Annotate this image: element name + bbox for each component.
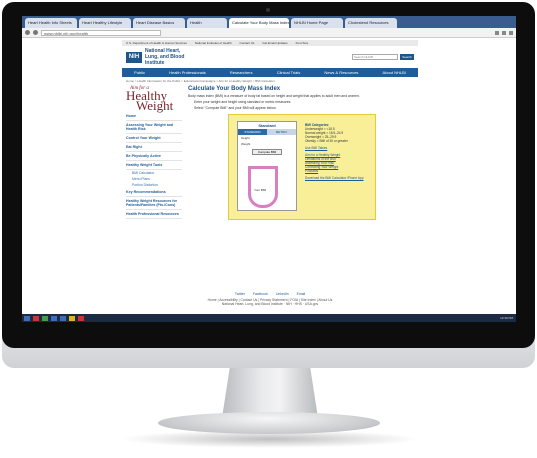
twitter-link[interactable]: Twitter (235, 292, 245, 296)
weight-label: Weight (241, 142, 251, 146)
compute-bmi-button[interactable]: Compute BMI (252, 149, 282, 155)
monitor-stand-base (158, 412, 380, 434)
sidebar: Aim for a Healthy Weight Home Assessing … (126, 86, 182, 220)
sidebar-item[interactable]: Health Professional Resources (126, 210, 182, 219)
bmi-calculator-panel: Standard STANDARD METRIC Height Weight C… (228, 114, 376, 220)
browser-tab[interactable]: Cholesterol Resources (345, 18, 397, 28)
sidebar-item[interactable]: Healthy Weight Tools (126, 161, 182, 170)
browser-tab-active[interactable]: Calculate Your Body Mass Index (229, 18, 289, 28)
instruction-bullet: Enter your weight and height using stand… (194, 100, 292, 104)
page-footer: Twitter Facebook LinkedIn Email Home | A… (122, 292, 418, 314)
utility-link[interactable]: Font Size (296, 40, 309, 46)
monitor-stand-neck (222, 368, 318, 418)
content: Aim for a Healthy Weight Home Assessing … (122, 84, 418, 222)
app-icon[interactable] (51, 315, 57, 321)
tab-metric[interactable]: METRIC (267, 129, 296, 135)
main-content: Calculate Your Body Mass Index Body mass… (188, 86, 414, 220)
sidebar-item[interactable]: Assessing Your Weight and Health Risk (126, 121, 182, 134)
start-icon[interactable] (24, 315, 30, 321)
linkedin-link[interactable]: LinkedIn (276, 292, 289, 296)
tab-standard[interactable]: STANDARD (238, 129, 267, 135)
sidebar-item[interactable]: Control Your Weight (126, 134, 182, 143)
nav-item-health-professionals[interactable]: Health Professionals (169, 70, 206, 75)
breadcrumb[interactable]: Home > Health Information for the Public… (122, 77, 418, 84)
app-icon[interactable] (60, 315, 66, 321)
browser-tab[interactable]: Heart Health Info Sheets (25, 18, 77, 28)
settings-icon[interactable] (509, 30, 513, 35)
sidebar-item[interactable]: Be Physically Active (126, 152, 182, 161)
resource-link[interactable]: Podcasts (305, 169, 373, 173)
forward-icon[interactable] (33, 30, 38, 35)
calculator-title: Standard (258, 123, 276, 128)
nav-item-news[interactable]: News & Resources (324, 70, 358, 75)
social-links: Twitter Facebook LinkedIn Email (122, 292, 418, 296)
bmi-tables-link[interactable]: Use BMI Tables (305, 146, 373, 150)
facebook-link[interactable]: Facebook (253, 292, 268, 296)
site-search: Search NHLBI Search (352, 54, 414, 60)
footer-sub[interactable]: National Heart, Lung, and Blood Institut… (122, 302, 418, 306)
app-icon[interactable] (42, 315, 48, 321)
email-link[interactable]: Email (297, 292, 305, 296)
browser-tab-bar: Heart Health Info Sheets Heart Healthy L… (22, 16, 516, 28)
nav-item-researchers[interactable]: Researchers (230, 70, 253, 75)
sidebar-item[interactable]: Eat Right (126, 143, 182, 152)
search-button[interactable]: Search (400, 54, 414, 60)
your-bmi-label: Your BMI (254, 188, 267, 192)
app-icon[interactable] (78, 315, 84, 321)
address-bar: www.nhlbi.nih.gov/health (22, 28, 516, 38)
camera-icon (266, 8, 270, 12)
page-title: Calculate Your Body Mass Index (188, 86, 281, 92)
bmi-category-line: Obesity = BMI of 30 or greater (305, 139, 348, 143)
folder-icon[interactable] (69, 315, 75, 321)
aim-healthy-weight-logo[interactable]: Aim for a Healthy Weight (126, 86, 182, 112)
measuring-tape-graphic (248, 166, 278, 208)
utility-link[interactable]: National Institutes of Health (195, 40, 232, 46)
download-app-link[interactable]: Download the BMI Calculator iPhone App (305, 176, 373, 180)
sidebar-item[interactable]: Healthy Weight Resources for Patients/Fa… (126, 197, 182, 210)
browser-tab[interactable]: Heart Healthy Lifestyle (79, 18, 131, 28)
url-field[interactable]: www.nhlbi.nih.gov/health (41, 29, 161, 36)
intro-text: Body mass index (BMI) is a measure of bo… (188, 94, 360, 98)
screen: Heart Health Info Sheets Heart Healthy L… (22, 16, 516, 322)
browser-tab[interactable]: Heart Disease Basics (133, 18, 185, 28)
nav-item-public[interactable]: Public (134, 70, 145, 75)
instruction-bullet: Select "Compute BMI" and your BMI will a… (194, 106, 277, 110)
utility-link[interactable]: Get Email Updates (262, 40, 287, 46)
taskbar: 12:39 PM (22, 314, 516, 322)
home-icon[interactable] (502, 30, 506, 35)
utility-link[interactable]: U.S. Department of Health & Human Servic… (126, 40, 187, 46)
taskbar-clock: 12:39 PM (500, 316, 513, 320)
site-header: NIH National Heart, Lung, and Blood Inst… (122, 46, 418, 68)
nav-item-clinical-trials[interactable]: Clinical Trials (277, 70, 301, 75)
stage: Heart Health Info Sheets Heart Healthy L… (0, 0, 537, 458)
bmi-calculator: Standard STANDARD METRIC Height Weight C… (237, 121, 297, 211)
org-name: National Heart, Lung, and Blood Institut… (145, 48, 185, 66)
main-nav: Public Health Professionals Researchers … (122, 68, 418, 77)
bmi-categories: BMI Categories: Underweight = <18.5 Norm… (305, 123, 373, 180)
nav-item-about[interactable]: About NHLBI (383, 70, 406, 75)
calculator-tabs: STANDARD METRIC (238, 129, 296, 135)
sidebar-item[interactable]: Key Recommendations (126, 188, 182, 197)
star-icon[interactable] (495, 30, 499, 35)
web-page: U.S. Department of Health & Human Servic… (122, 40, 418, 292)
app-icon[interactable] (33, 315, 39, 321)
search-input[interactable]: Search NHLBI (352, 54, 398, 60)
monitor-bezel: Heart Health Info Sheets Heart Healthy L… (2, 2, 535, 348)
nih-logo[interactable]: NIH (126, 51, 142, 63)
browser-tab[interactable]: NHLBI Home Page (291, 18, 343, 28)
browser-tab[interactable]: Health (187, 18, 227, 28)
sidebar-item[interactable]: Home (126, 112, 182, 121)
utility-link[interactable]: Contact Us (240, 40, 255, 46)
back-icon[interactable] (25, 30, 30, 35)
